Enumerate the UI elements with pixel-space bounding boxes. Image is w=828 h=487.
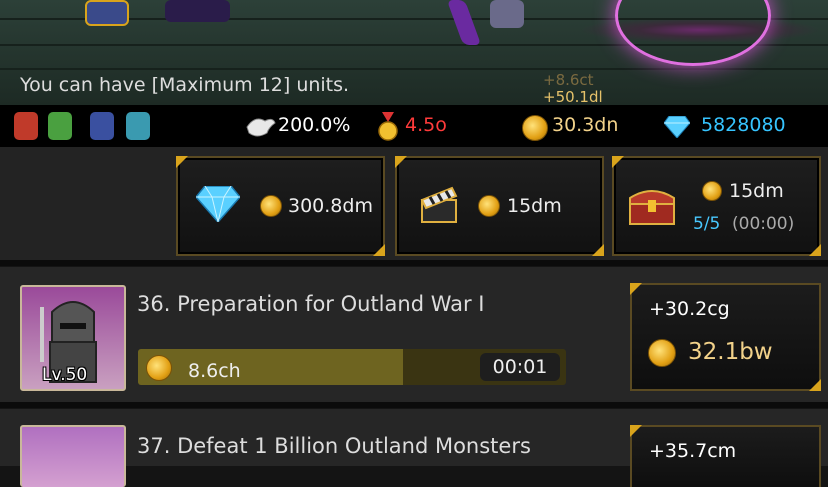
speed-multiplier: 200.0%: [278, 114, 351, 136]
unit-blue-icon[interactable]: [126, 112, 150, 140]
floating-gain: +50.1dl: [543, 88, 603, 106]
hero-sprite: [85, 0, 129, 26]
medal-value: 4.5o: [405, 114, 447, 136]
chest-timer: (00:00): [732, 214, 795, 234]
gem-amount: 5828080: [701, 114, 786, 136]
progress-fill: [138, 349, 404, 385]
gem-pack-price: 300.8dm: [288, 195, 373, 217]
floating-gains: +8.6ct +50.1dl: [543, 71, 603, 106]
chest-price: 15dm: [729, 180, 784, 202]
gold-coin-icon: [146, 355, 172, 381]
weapon-sprite: [446, 0, 482, 45]
medal-icon: [378, 112, 398, 141]
clapperboard-icon: [420, 186, 458, 223]
quest-title: 36. Preparation for Outland War I: [137, 292, 485, 316]
chest-count: 5/5: [693, 214, 721, 234]
battlefield-view: You can have [Maximum 12] units. +8.6ct …: [0, 0, 828, 105]
floating-gain: +8.6ct: [543, 71, 594, 89]
gold-coin-icon: [478, 195, 500, 217]
unit-red-icon[interactable]: [14, 112, 38, 140]
hero-level: Lv.50: [42, 365, 88, 385]
reward-gain: +30.2cg: [649, 298, 730, 320]
hero-sprite: [165, 0, 230, 22]
quest-portrait: Lv.50: [20, 285, 126, 391]
divider: [0, 402, 828, 408]
hero-sprite: [490, 0, 524, 28]
clapper-price: 15dm: [507, 195, 562, 217]
gem-icon: [664, 116, 690, 138]
unit-knight-icon[interactable]: [90, 112, 114, 140]
unit-green-icon[interactable]: [48, 112, 72, 140]
gold-coin-icon: [702, 181, 722, 201]
magic-circle-effect: [615, 0, 771, 66]
gold-coin-icon: [260, 195, 282, 217]
dove-icon: [246, 118, 276, 137]
reward-price: 32.1bw: [688, 339, 773, 365]
gold-coin-icon: [522, 115, 548, 141]
quest-portrait: [20, 425, 126, 487]
quest-title: 37. Defeat 1 Billion Outland Monsters: [137, 434, 531, 458]
treasure-chest-icon: [629, 190, 675, 225]
quest-timer: 00:01: [480, 353, 560, 381]
gold-amount: 30.3dn: [552, 114, 619, 136]
quest-cost: 8.6ch: [188, 360, 241, 382]
divider: [0, 260, 828, 266]
gem-pack-icon: [196, 186, 240, 222]
reward-gain: +35.7cm: [649, 440, 737, 462]
gold-coin-icon: [648, 339, 676, 367]
unit-limit-notice: You can have [Maximum 12] units.: [20, 74, 350, 96]
